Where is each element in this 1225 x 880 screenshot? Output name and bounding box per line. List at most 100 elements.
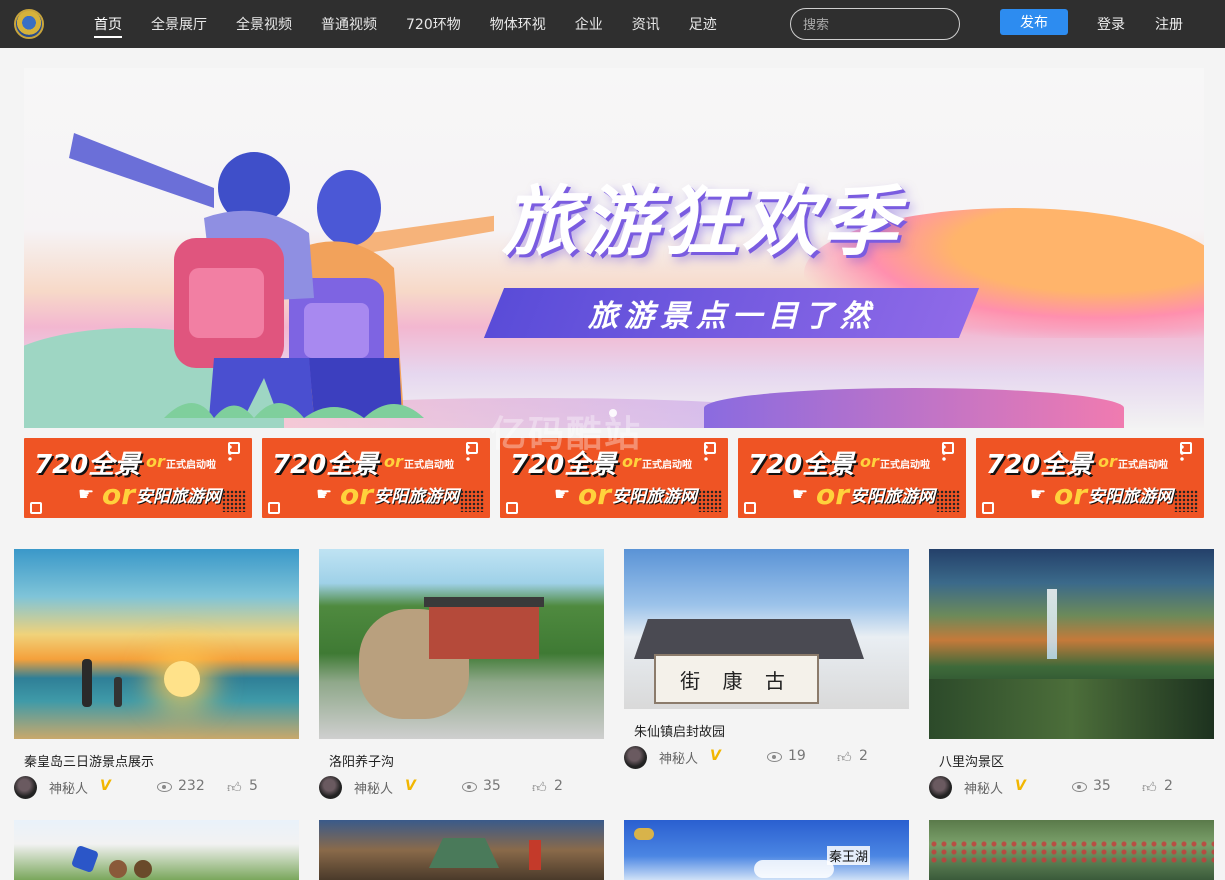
promo-site: 安阳旅游网 bbox=[136, 487, 221, 507]
login-link[interactable]: 登录 bbox=[1097, 14, 1125, 34]
promo-tag: 正式启动啦 bbox=[642, 460, 692, 471]
cube-icon bbox=[30, 502, 42, 514]
card-thumbnail[interactable] bbox=[14, 549, 299, 739]
promo-or-big: or bbox=[102, 478, 136, 511]
hero-banner[interactable]: 旅游狂欢季 旅游景点一目了然 bbox=[24, 68, 1204, 428]
eye-icon bbox=[157, 782, 172, 792]
card-meta: 神秘人 V 232 👍︎ 5 bbox=[14, 776, 299, 800]
card-thumbnail[interactable] bbox=[929, 549, 1214, 739]
promo-or-small: or bbox=[860, 452, 879, 471]
card-meta: 神秘人 V 19 👍︎ 2 bbox=[624, 746, 909, 770]
cube-icon bbox=[982, 502, 994, 514]
main-nav: 首页 全景展厅 全景视频 普通视频 720环物 物体环视 企业 资讯 足迹 bbox=[94, 0, 746, 48]
author-name[interactable]: 神秘人 bbox=[964, 778, 1003, 797]
card-thumbnail[interactable] bbox=[929, 820, 1214, 880]
hand-pointer-icon: ☛ bbox=[78, 484, 95, 505]
verified-v-icon: V bbox=[1015, 778, 1026, 794]
nav-item-footprint[interactable]: 足迹 bbox=[689, 0, 717, 48]
eye-icon bbox=[462, 782, 477, 792]
card-meta: 神秘人 V 35 👍︎ 2 bbox=[929, 776, 1214, 800]
card-thumbnail[interactable] bbox=[14, 820, 299, 880]
nav-item-home[interactable]: 首页 bbox=[94, 0, 122, 48]
avatar[interactable] bbox=[929, 776, 952, 799]
nav-item-panorama-video[interactable]: 全景视频 bbox=[236, 0, 292, 48]
thumb-up-icon[interactable]: 👍︎ bbox=[532, 779, 547, 796]
card-thumbnail[interactable]: 街 康 古 bbox=[624, 549, 909, 709]
search-input[interactable] bbox=[790, 8, 960, 40]
promo-title: 720全景 bbox=[986, 450, 1093, 480]
avatar[interactable] bbox=[14, 776, 37, 799]
promo-or-small: or bbox=[1098, 452, 1117, 471]
content-card[interactable]: 街 康 古 朱仙镇启封故园 神秘人 V 19 👍︎ 2 bbox=[624, 549, 909, 769]
hill-decoration bbox=[704, 388, 1124, 428]
like-count: 2 bbox=[554, 778, 563, 794]
promo-or-big: or bbox=[340, 478, 374, 511]
nav-item-720-object[interactable]: 720环物 bbox=[406, 0, 461, 48]
promo-banner[interactable]: 720全景 or 正式启动啦 ☛ or 安阳旅游网 bbox=[24, 438, 252, 518]
author-name[interactable]: 神秘人 bbox=[354, 778, 393, 797]
promo-or-small: or bbox=[146, 452, 165, 471]
thumbnail-caption: 秦王湖 bbox=[827, 846, 871, 865]
verified-v-icon: V bbox=[710, 748, 721, 764]
verified-v-icon: V bbox=[100, 778, 111, 794]
avatar[interactable] bbox=[624, 746, 647, 769]
view-count: 35 bbox=[483, 778, 501, 794]
promo-tag: 正式启动啦 bbox=[404, 460, 454, 471]
content-card[interactable]: 洛阳养子沟 神秘人 V 35 👍︎ 2 bbox=[319, 549, 604, 799]
view-count: 232 bbox=[178, 778, 205, 794]
nav-item-enterprise[interactable]: 企业 bbox=[575, 0, 603, 48]
hand-pointer-icon: ☛ bbox=[792, 484, 809, 505]
view-count: 35 bbox=[1093, 778, 1111, 794]
content-card[interactable]: 八里沟景区 神秘人 V 35 👍︎ 2 bbox=[929, 549, 1214, 799]
travel-couple-illustration bbox=[69, 133, 494, 418]
nav-item-news[interactable]: 资讯 bbox=[632, 0, 660, 48]
publish-button[interactable]: 发布 bbox=[1000, 9, 1068, 35]
promo-banner[interactable]: 720全景 or 正式启动啦 ☛ or 安阳旅游网 bbox=[976, 438, 1204, 518]
thumb-up-icon[interactable]: 👍︎ bbox=[1142, 779, 1157, 796]
dots-decoration bbox=[704, 444, 708, 462]
like-count: 2 bbox=[859, 748, 868, 764]
thumb-up-icon[interactable]: 👍︎ bbox=[227, 779, 242, 796]
dot-grid-decoration bbox=[222, 490, 246, 512]
card-thumbnail[interactable] bbox=[319, 549, 604, 739]
dot-grid-decoration bbox=[936, 490, 960, 512]
logo-icon[interactable] bbox=[14, 9, 44, 39]
promo-tag: 正式启动啦 bbox=[880, 460, 930, 471]
dots-decoration bbox=[466, 444, 470, 462]
thumb-up-icon[interactable]: 👍︎ bbox=[837, 749, 852, 766]
content-card[interactable]: 秦皇岛三日游景点展示 神秘人 V 232 👍︎ 5 bbox=[14, 549, 299, 799]
dot-grid-decoration bbox=[1174, 490, 1198, 512]
card-thumbnail[interactable] bbox=[319, 820, 604, 880]
promo-or-big: or bbox=[1054, 478, 1088, 511]
promo-title: 720全景 bbox=[34, 450, 141, 480]
promo-site: 安阳旅游网 bbox=[612, 487, 697, 507]
promo-tag: 正式启动啦 bbox=[1118, 460, 1168, 471]
promo-or-small: or bbox=[384, 452, 403, 471]
promo-site: 安阳旅游网 bbox=[1088, 487, 1173, 507]
register-link[interactable]: 注册 bbox=[1155, 14, 1183, 34]
card-meta: 神秘人 V 35 👍︎ 2 bbox=[319, 776, 604, 800]
dot-grid-decoration bbox=[460, 490, 484, 512]
promo-title: 720全景 bbox=[748, 450, 855, 480]
card-title[interactable]: 洛阳养子沟 bbox=[329, 751, 604, 770]
dots-decoration bbox=[228, 444, 232, 462]
cube-icon bbox=[744, 502, 756, 514]
promo-banner[interactable]: 720全景 or 正式启动啦 ☛ or 安阳旅游网 bbox=[738, 438, 966, 518]
card-title[interactable]: 朱仙镇启封故园 bbox=[634, 721, 909, 740]
card-title[interactable]: 秦皇岛三日游景点展示 bbox=[24, 751, 299, 770]
card-thumbnail[interactable]: 秦王湖 bbox=[624, 820, 909, 880]
author-name[interactable]: 神秘人 bbox=[49, 778, 88, 797]
hand-pointer-icon: ☛ bbox=[554, 484, 571, 505]
verified-v-icon: V bbox=[405, 778, 416, 794]
cube-icon bbox=[506, 502, 518, 514]
nav-item-normal-video[interactable]: 普通视频 bbox=[321, 0, 377, 48]
eye-icon bbox=[767, 752, 782, 762]
nav-item-panorama-hall[interactable]: 全景展厅 bbox=[151, 0, 207, 48]
view-count: 19 bbox=[788, 748, 806, 764]
nav-item-object-surround[interactable]: 物体环视 bbox=[490, 0, 546, 48]
author-name[interactable]: 神秘人 bbox=[659, 748, 698, 767]
avatar[interactable] bbox=[319, 776, 342, 799]
dots-decoration bbox=[1180, 444, 1184, 462]
card-title[interactable]: 八里沟景区 bbox=[939, 751, 1214, 770]
promo-banner[interactable]: 720全景 or 正式启动啦 ☛ or 安阳旅游网 bbox=[262, 438, 490, 518]
